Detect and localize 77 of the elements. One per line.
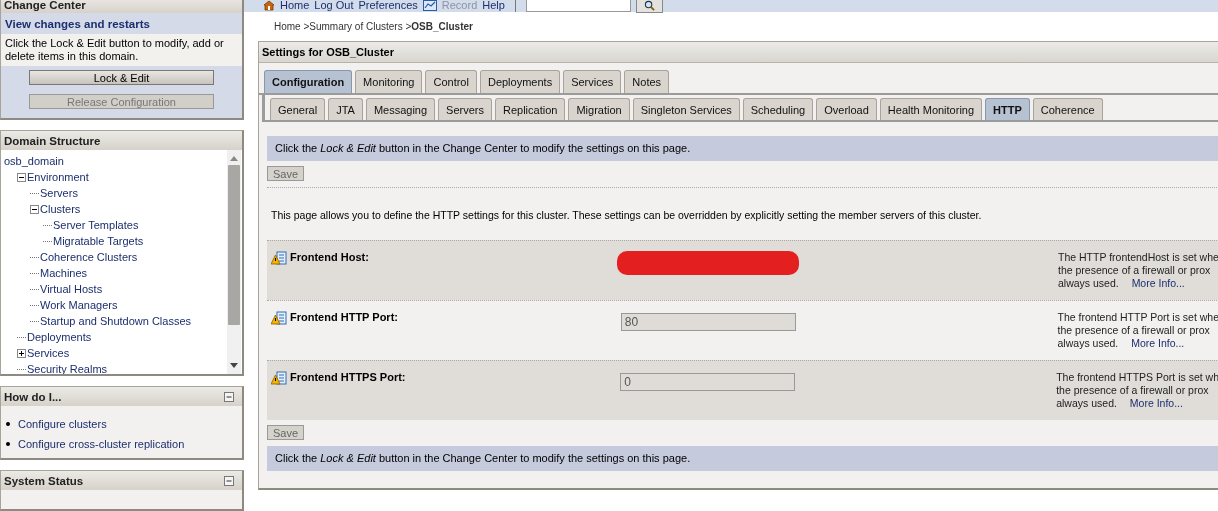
- tab[interactable]: JTA: [328, 98, 363, 120]
- more-info-link[interactable]: More Info...: [1131, 277, 1185, 289]
- change-center-link[interactable]: View changes and restarts: [1, 13, 242, 34]
- tree-item[interactable]: Server Templates: [53, 219, 139, 231]
- tree-item[interactable]: Work Managers: [40, 299, 118, 311]
- tab[interactable]: General: [270, 98, 326, 120]
- help-text: the presence of a firewall or prox: [1057, 324, 1211, 337]
- tab[interactable]: Health Monitoring: [879, 98, 983, 120]
- warning-icon: [271, 371, 287, 385]
- panel-title: Change Center: [4, 0, 86, 11]
- notice-bar: Click the Lock & Edit button in the Change Center to modify the settings on this page.: [267, 136, 1218, 161]
- tab[interactable]: Migration: [568, 98, 630, 120]
- tab[interactable]: Scheduling: [742, 98, 814, 120]
- tab[interactable]: Configuration: [264, 70, 353, 93]
- notice-bar: Click the Lock & Edit button in the Change Center to modify the settings on this page.: [267, 446, 1218, 471]
- more-info-link[interactable]: More Info...: [1131, 337, 1185, 349]
- tab[interactable]: Notes: [624, 70, 670, 93]
- scrollbar[interactable]: [227, 150, 241, 374]
- help-text: always used.: [1057, 337, 1119, 349]
- search-icon: [643, 0, 655, 11]
- search-button[interactable]: [635, 0, 663, 13]
- tab[interactable]: Servers: [438, 98, 492, 120]
- tree-item[interactable]: Deployments: [27, 331, 92, 343]
- tree-item[interactable]: Migratable Targets: [53, 235, 144, 247]
- expand-icon[interactable]: [17, 348, 26, 358]
- panel-title: Domain Structure: [4, 134, 101, 147]
- tree-item[interactable]: Environment: [27, 171, 89, 183]
- collapse-icon[interactable]: [17, 172, 26, 182]
- tab[interactable]: Deployments: [479, 70, 561, 93]
- help-text: always used.: [1056, 397, 1117, 409]
- collapse-icon[interactable]: [30, 204, 39, 214]
- field-label: Frontend HTTP Port:: [290, 311, 398, 323]
- tree-item[interactable]: Servers: [40, 187, 78, 199]
- bullet-icon: [6, 422, 10, 426]
- field-label: Frontend HTTPS Port:: [290, 371, 406, 383]
- tree-item[interactable]: Coherence Clusters: [40, 251, 138, 263]
- tree-item[interactable]: Services: [27, 347, 70, 359]
- tab[interactable]: Coherence: [1032, 98, 1103, 120]
- tab[interactable]: HTTP: [985, 98, 1030, 120]
- how-to-link[interactable]: Configure cross-cluster replication: [18, 438, 185, 450]
- help-text: The frontend HTTP Port is set whe: [1057, 311, 1218, 324]
- help-text: The frontend HTTPS Port is set wh: [1056, 371, 1218, 384]
- tree-item[interactable]: Clusters: [40, 203, 81, 215]
- tab[interactable]: Singleton Services: [632, 98, 740, 120]
- panel-title: Settings for OSB_Cluster: [262, 46, 395, 58]
- change-center-message: Click the Lock & Edit button to modify, add or delete items in this domain.: [1, 34, 242, 66]
- toolbar-link[interactable]: Preferences: [358, 0, 418, 11]
- toolbar-link[interactable]: Home: [280, 0, 310, 11]
- toolbar-link[interactable]: Help: [482, 0, 505, 11]
- tab[interactable]: Messaging: [365, 98, 436, 120]
- scroll-up-icon[interactable]: [230, 156, 238, 161]
- warning-icon: [271, 311, 287, 325]
- bullet-icon: [6, 442, 10, 446]
- field-label: Frontend Host:: [290, 251, 369, 263]
- tab[interactable]: Monitoring: [355, 70, 423, 93]
- search-field[interactable]: [525, 0, 631, 12]
- help-text: The HTTP frontendHost is set whe: [1058, 251, 1218, 264]
- tab[interactable]: Services: [563, 70, 622, 93]
- more-info-link[interactable]: More Info...: [1129, 397, 1183, 409]
- tree-item[interactable]: Startup and Shutdown Classes: [40, 315, 192, 327]
- breadcrumb: Home >Summary of Clusters >OSB_Cluster: [273, 20, 474, 34]
- panel-title: System Status: [4, 474, 84, 487]
- help-text: always used.: [1058, 277, 1119, 289]
- tree-item[interactable]: osb_domain: [4, 155, 64, 167]
- tree-item[interactable]: Machines: [40, 267, 88, 279]
- tree-item[interactable]: Virtual Hosts: [40, 283, 103, 295]
- scroll-down-icon[interactable]: [230, 363, 238, 368]
- tab[interactable]: Replication: [495, 98, 566, 120]
- warning-icon: [271, 251, 287, 265]
- toolbar-link[interactable]: Log Out: [314, 0, 354, 11]
- tab[interactable]: Control: [425, 70, 477, 93]
- lock-edit-button[interactable]: Lock & Edit: [29, 70, 214, 85]
- help-text: the presence of a firewall or prox: [1058, 264, 1212, 277]
- how-to-link[interactable]: Configure clusters: [18, 418, 107, 430]
- tab[interactable]: Overload: [816, 98, 877, 120]
- panel-title: How do I...: [4, 390, 62, 403]
- help-text: the presence of a firewall or prox: [1056, 384, 1210, 397]
